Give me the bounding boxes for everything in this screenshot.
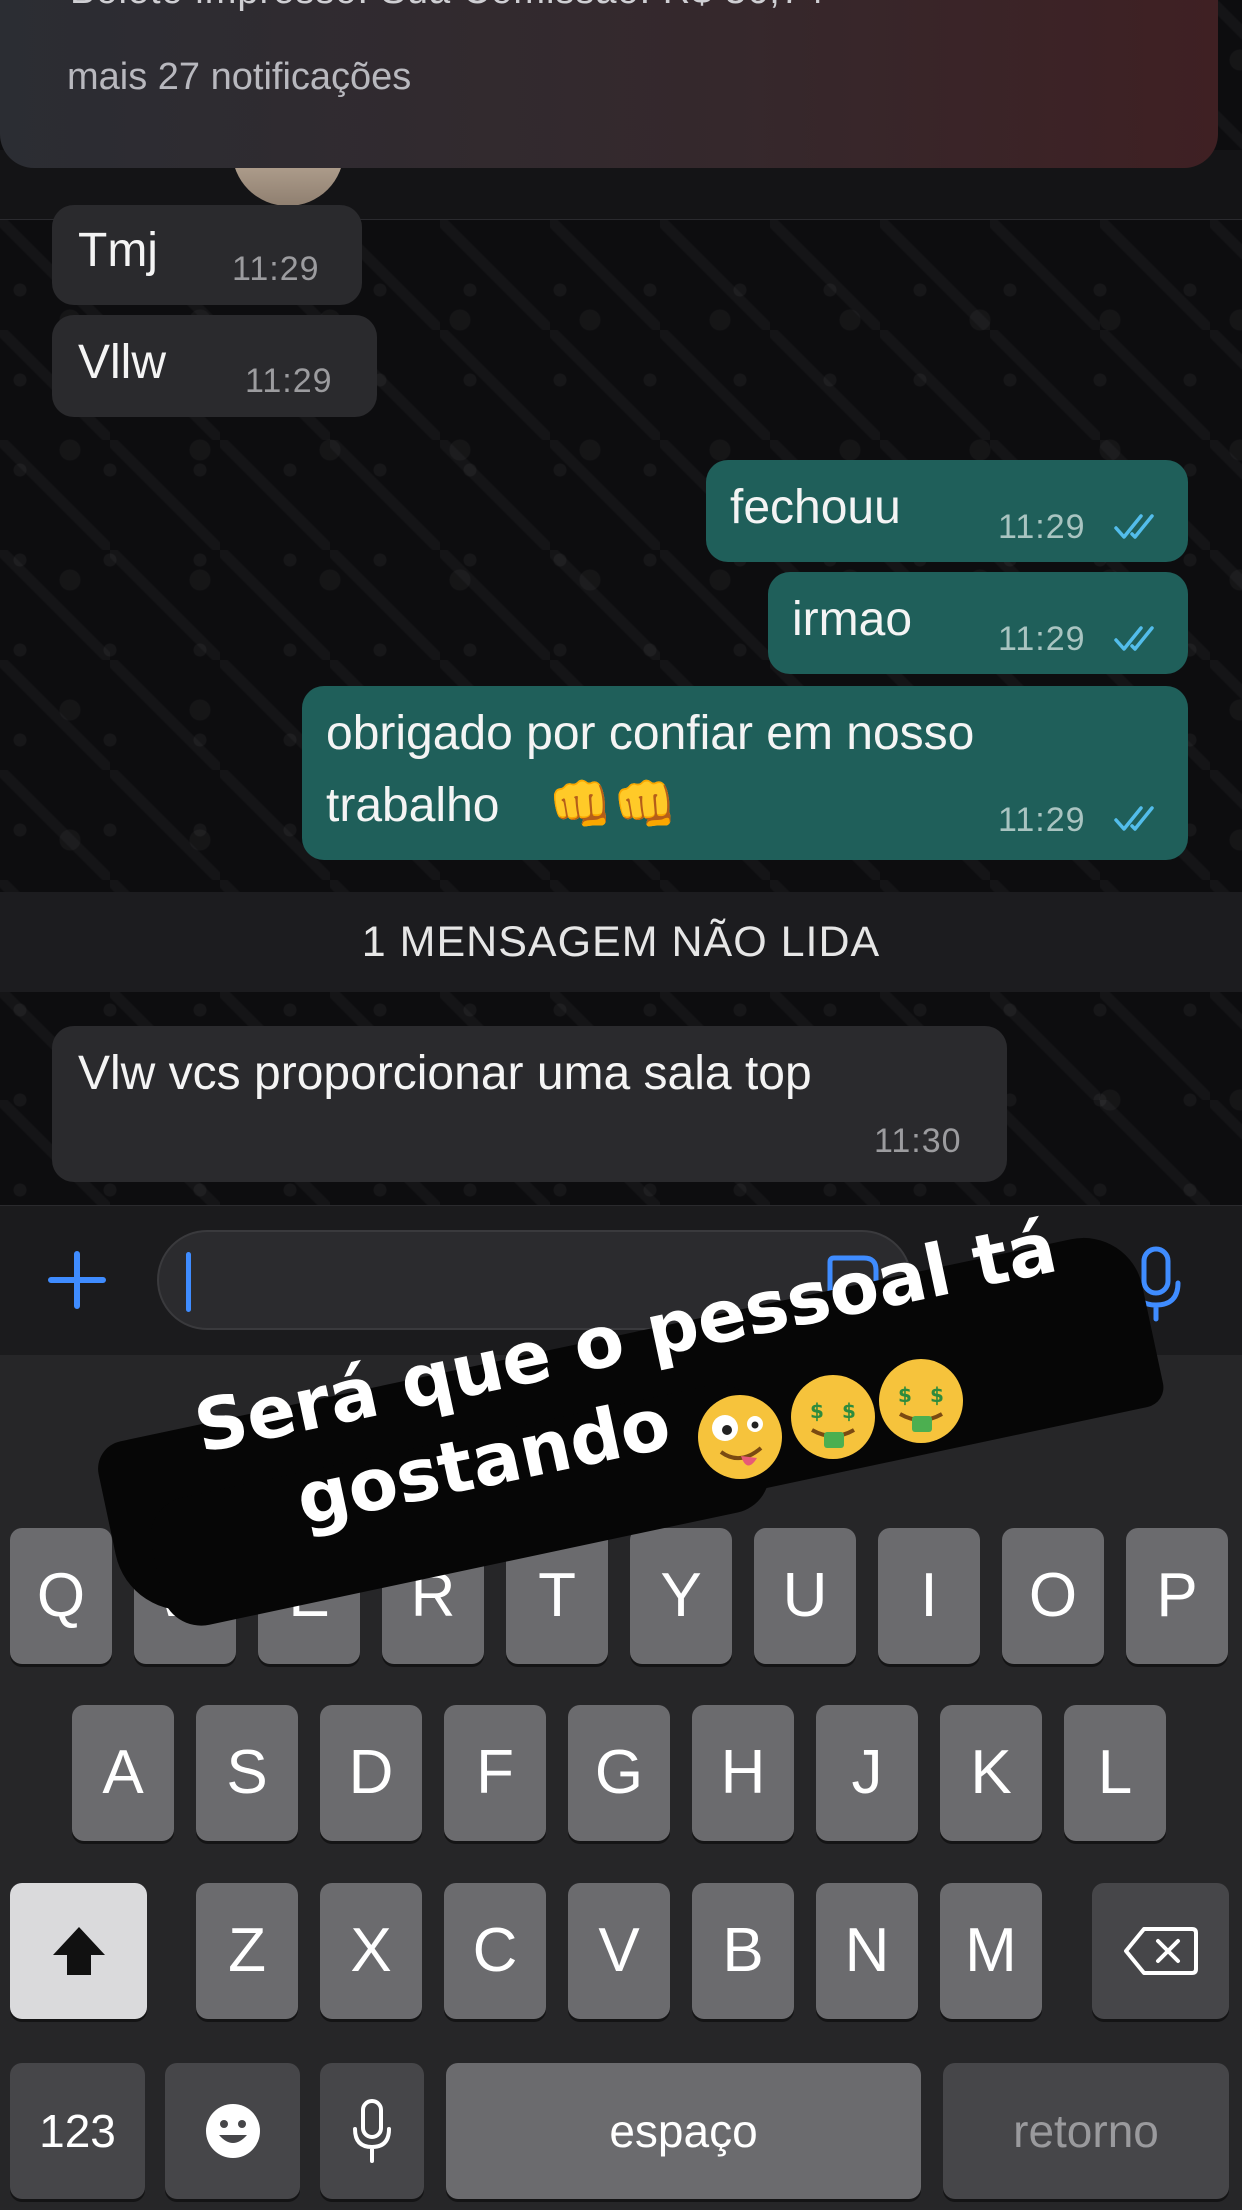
key-v[interactable]: V bbox=[568, 1883, 670, 2019]
message-time: 11:29 bbox=[245, 362, 333, 400]
svg-text:$: $ bbox=[930, 1383, 944, 1407]
notification-more-label: mais 27 notificações bbox=[67, 56, 412, 98]
key-y[interactable]: Y bbox=[630, 1528, 732, 1664]
svg-text:$: $ bbox=[898, 1383, 912, 1407]
return-key[interactable]: retorno bbox=[943, 2063, 1229, 2199]
read-checks-icon bbox=[1114, 626, 1154, 651]
key-p[interactable]: P bbox=[1126, 1528, 1228, 1664]
money-mouth-face-emoji: $ $ bbox=[791, 1375, 875, 1459]
emoji-key[interactable] bbox=[165, 2063, 300, 2199]
message-text: Vllw bbox=[78, 336, 167, 389]
zany-face-emoji bbox=[698, 1395, 782, 1479]
message-time: 11:29 bbox=[232, 250, 320, 288]
numbers-key[interactable]: 123 bbox=[10, 2063, 145, 2199]
message-time: 11:29 bbox=[998, 508, 1086, 546]
key-z[interactable]: Z bbox=[196, 1883, 298, 2019]
key-a[interactable]: A bbox=[72, 1705, 174, 1841]
message-bubble-incoming[interactable]: Tmj 11:29 bbox=[52, 205, 362, 305]
message-time: 11:29 bbox=[998, 801, 1086, 839]
message-bubble-outgoing[interactable]: fechouu 11:29 bbox=[706, 460, 1188, 562]
key-f[interactable]: F bbox=[444, 1705, 546, 1841]
key-j[interactable]: J bbox=[816, 1705, 918, 1841]
message-bubble-outgoing[interactable]: irmao 11:29 bbox=[768, 572, 1188, 674]
shift-key[interactable] bbox=[10, 1883, 147, 2019]
message-time: 11:29 bbox=[998, 620, 1086, 658]
key-m[interactable]: M bbox=[940, 1883, 1042, 2019]
key-n[interactable]: N bbox=[816, 1883, 918, 2019]
key-d[interactable]: D bbox=[320, 1705, 422, 1841]
notification-text: Boleto impresso! Sua Comissão: R$ 36,74 bbox=[70, 0, 825, 13]
key-g[interactable]: G bbox=[568, 1705, 670, 1841]
key-o[interactable]: O bbox=[1002, 1528, 1104, 1664]
space-key[interactable]: espaço bbox=[446, 2063, 921, 2199]
key-u[interactable]: U bbox=[754, 1528, 856, 1664]
message-text: Tmj bbox=[78, 224, 158, 277]
key-l[interactable]: L bbox=[1064, 1705, 1166, 1841]
message-bubble-incoming[interactable]: Vllw 11:29 bbox=[52, 315, 377, 417]
svg-text:$: $ bbox=[842, 1399, 856, 1423]
message-time: 11:30 bbox=[874, 1122, 962, 1160]
fist-emoji: 👊👊 bbox=[548, 776, 678, 834]
backspace-icon bbox=[1123, 1927, 1198, 1975]
key-i[interactable]: I bbox=[878, 1528, 980, 1664]
svg-text:$: $ bbox=[810, 1399, 824, 1423]
message-bubble-outgoing[interactable]: obrigado por confiar em nosso trabalho 👊… bbox=[302, 686, 1188, 860]
message-text-line1: obrigado por confiar em nosso bbox=[326, 707, 975, 760]
shift-icon bbox=[52, 1927, 105, 1975]
key-h[interactable]: H bbox=[692, 1705, 794, 1841]
backspace-key[interactable] bbox=[1092, 1883, 1229, 2019]
message-text: fechouu bbox=[730, 481, 901, 534]
key-b[interactable]: B bbox=[692, 1883, 794, 2019]
key-q[interactable]: Q bbox=[10, 1528, 112, 1664]
key-c[interactable]: C bbox=[444, 1883, 546, 2019]
money-mouth-face-emoji: $ $ bbox=[879, 1359, 963, 1443]
read-checks-icon bbox=[1114, 514, 1154, 539]
key-x[interactable]: X bbox=[320, 1883, 422, 2019]
key-s[interactable]: S bbox=[196, 1705, 298, 1841]
message-text: Vlw vcs proporcionar uma sala top bbox=[78, 1047, 812, 1100]
key-k[interactable]: K bbox=[940, 1705, 1042, 1841]
dictation-icon bbox=[353, 2099, 391, 2163]
unread-divider-label: 1 MENSAGEM NÃO LIDA bbox=[361, 918, 881, 966]
text-caret bbox=[186, 1252, 191, 1312]
message-text-line2: trabalho bbox=[326, 779, 500, 832]
emoji-icon bbox=[205, 2104, 260, 2158]
read-checks-icon bbox=[1114, 806, 1154, 831]
plus-icon[interactable] bbox=[45, 1248, 109, 1312]
notification-banner[interactable]: Boleto impresso! Sua Comissão: R$ 36,74 … bbox=[0, 0, 1218, 168]
message-text: irmao bbox=[792, 593, 913, 646]
dictation-key[interactable] bbox=[320, 2063, 424, 2199]
message-bubble-incoming[interactable]: Vlw vcs proporcionar uma sala top 11:30 bbox=[52, 1026, 1007, 1182]
